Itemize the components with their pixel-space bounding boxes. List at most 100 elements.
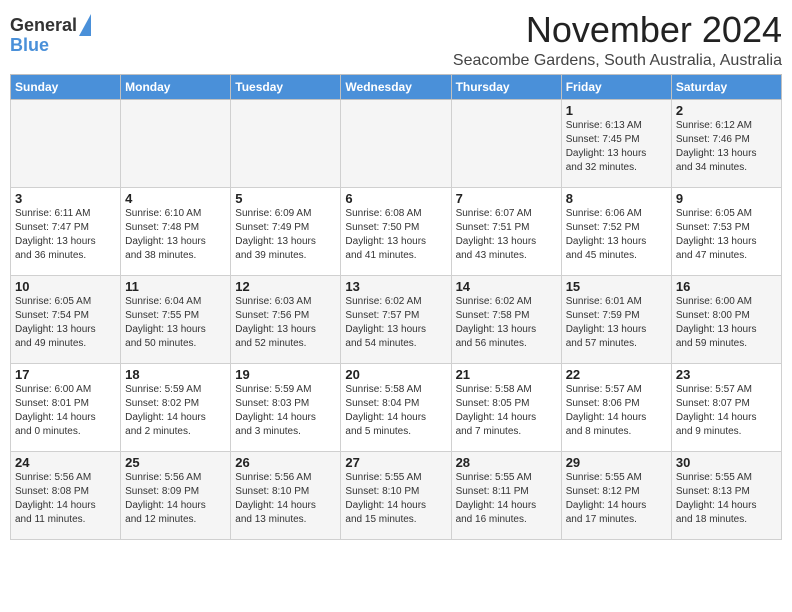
day-header-sunday: Sunday [11, 74, 121, 99]
day-number: 13 [345, 279, 446, 294]
calendar-day-25: 25Sunrise: 5:56 AM Sunset: 8:09 PM Dayli… [121, 451, 231, 539]
day-number: 24 [15, 455, 116, 470]
day-content: Sunrise: 5:56 AM Sunset: 8:09 PM Dayligh… [125, 471, 226, 527]
day-content: Sunrise: 5:57 AM Sunset: 8:06 PM Dayligh… [566, 383, 667, 439]
day-content: Sunrise: 5:57 AM Sunset: 8:07 PM Dayligh… [676, 383, 777, 439]
calendar-day-1: 1Sunrise: 6:13 AM Sunset: 7:45 PM Daylig… [561, 99, 671, 187]
calendar-day-29: 29Sunrise: 5:55 AM Sunset: 8:12 PM Dayli… [561, 451, 671, 539]
calendar-day-8: 8Sunrise: 6:06 AM Sunset: 7:52 PM Daylig… [561, 187, 671, 275]
day-content: Sunrise: 6:11 AM Sunset: 7:47 PM Dayligh… [15, 207, 116, 263]
day-number: 21 [456, 367, 557, 382]
day-number: 11 [125, 279, 226, 294]
calendar-day-18: 18Sunrise: 5:59 AM Sunset: 8:02 PM Dayli… [121, 363, 231, 451]
calendar-day-5: 5Sunrise: 6:09 AM Sunset: 7:49 PM Daylig… [231, 187, 341, 275]
day-number: 20 [345, 367, 446, 382]
day-number: 18 [125, 367, 226, 382]
day-content: Sunrise: 6:08 AM Sunset: 7:50 PM Dayligh… [345, 207, 446, 263]
day-header-friday: Friday [561, 74, 671, 99]
calendar-day-7: 7Sunrise: 6:07 AM Sunset: 7:51 PM Daylig… [451, 187, 561, 275]
day-number: 8 [566, 191, 667, 206]
day-content: Sunrise: 5:59 AM Sunset: 8:03 PM Dayligh… [235, 383, 336, 439]
day-number: 5 [235, 191, 336, 206]
calendar-day-3: 3Sunrise: 6:11 AM Sunset: 7:47 PM Daylig… [11, 187, 121, 275]
logo: General Blue [10, 10, 91, 54]
calendar-day-2: 2Sunrise: 6:12 AM Sunset: 7:46 PM Daylig… [671, 99, 781, 187]
day-header-saturday: Saturday [671, 74, 781, 99]
day-content: Sunrise: 5:55 AM Sunset: 8:10 PM Dayligh… [345, 471, 446, 527]
day-content: Sunrise: 6:04 AM Sunset: 7:55 PM Dayligh… [125, 295, 226, 351]
calendar-day-6: 6Sunrise: 6:08 AM Sunset: 7:50 PM Daylig… [341, 187, 451, 275]
day-content: Sunrise: 6:03 AM Sunset: 7:56 PM Dayligh… [235, 295, 336, 351]
day-content: Sunrise: 6:06 AM Sunset: 7:52 PM Dayligh… [566, 207, 667, 263]
day-number: 3 [15, 191, 116, 206]
day-content: Sunrise: 6:00 AM Sunset: 8:00 PM Dayligh… [676, 295, 777, 351]
calendar-day-20: 20Sunrise: 5:58 AM Sunset: 8:04 PM Dayli… [341, 363, 451, 451]
day-number: 9 [676, 191, 777, 206]
day-content: Sunrise: 6:00 AM Sunset: 8:01 PM Dayligh… [15, 383, 116, 439]
day-number: 6 [345, 191, 446, 206]
day-content: Sunrise: 5:55 AM Sunset: 8:13 PM Dayligh… [676, 471, 777, 527]
day-number: 7 [456, 191, 557, 206]
location-title: Seacombe Gardens, South Australia, Austr… [453, 52, 782, 70]
day-number: 22 [566, 367, 667, 382]
day-header-monday: Monday [121, 74, 231, 99]
calendar-day-9: 9Sunrise: 6:05 AM Sunset: 7:53 PM Daylig… [671, 187, 781, 275]
day-number: 10 [15, 279, 116, 294]
calendar-day-21: 21Sunrise: 5:58 AM Sunset: 8:05 PM Dayli… [451, 363, 561, 451]
day-number: 12 [235, 279, 336, 294]
calendar-day-16: 16Sunrise: 6:00 AM Sunset: 8:00 PM Dayli… [671, 275, 781, 363]
day-number: 4 [125, 191, 226, 206]
day-content: Sunrise: 6:05 AM Sunset: 7:54 PM Dayligh… [15, 295, 116, 351]
calendar-day-19: 19Sunrise: 5:59 AM Sunset: 8:03 PM Dayli… [231, 363, 341, 451]
day-number: 26 [235, 455, 336, 470]
day-content: Sunrise: 5:55 AM Sunset: 8:12 PM Dayligh… [566, 471, 667, 527]
day-number: 19 [235, 367, 336, 382]
calendar-header-row: SundayMondayTuesdayWednesdayThursdayFrid… [11, 74, 782, 99]
day-number: 1 [566, 103, 667, 118]
day-content: Sunrise: 6:13 AM Sunset: 7:45 PM Dayligh… [566, 119, 667, 175]
calendar-day-23: 23Sunrise: 5:57 AM Sunset: 8:07 PM Dayli… [671, 363, 781, 451]
day-content: Sunrise: 6:05 AM Sunset: 7:53 PM Dayligh… [676, 207, 777, 263]
calendar-week-row: 3Sunrise: 6:11 AM Sunset: 7:47 PM Daylig… [11, 187, 782, 275]
month-title: November 2024 [453, 10, 782, 50]
calendar-week-row: 17Sunrise: 6:00 AM Sunset: 8:01 PM Dayli… [11, 363, 782, 451]
title-block: November 2024 Seacombe Gardens, South Au… [453, 10, 782, 70]
day-number: 23 [676, 367, 777, 382]
day-content: Sunrise: 6:02 AM Sunset: 7:58 PM Dayligh… [456, 295, 557, 351]
day-content: Sunrise: 5:56 AM Sunset: 8:08 PM Dayligh… [15, 471, 116, 527]
day-number: 29 [566, 455, 667, 470]
calendar-day-10: 10Sunrise: 6:05 AM Sunset: 7:54 PM Dayli… [11, 275, 121, 363]
calendar-day-13: 13Sunrise: 6:02 AM Sunset: 7:57 PM Dayli… [341, 275, 451, 363]
day-content: Sunrise: 5:55 AM Sunset: 8:11 PM Dayligh… [456, 471, 557, 527]
day-content: Sunrise: 6:12 AM Sunset: 7:46 PM Dayligh… [676, 119, 777, 175]
calendar-week-row: 10Sunrise: 6:05 AM Sunset: 7:54 PM Dayli… [11, 275, 782, 363]
day-number: 27 [345, 455, 446, 470]
calendar-week-row: 1Sunrise: 6:13 AM Sunset: 7:45 PM Daylig… [11, 99, 782, 187]
logo-blue-text: Blue [10, 36, 49, 54]
day-content: Sunrise: 5:56 AM Sunset: 8:10 PM Dayligh… [235, 471, 336, 527]
calendar-day-24: 24Sunrise: 5:56 AM Sunset: 8:08 PM Dayli… [11, 451, 121, 539]
calendar-empty-cell [121, 99, 231, 187]
day-header-wednesday: Wednesday [341, 74, 451, 99]
day-content: Sunrise: 5:59 AM Sunset: 8:02 PM Dayligh… [125, 383, 226, 439]
day-header-tuesday: Tuesday [231, 74, 341, 99]
logo-general-text: General [10, 16, 77, 34]
day-number: 16 [676, 279, 777, 294]
calendar-day-12: 12Sunrise: 6:03 AM Sunset: 7:56 PM Dayli… [231, 275, 341, 363]
logo-triangle-icon [79, 14, 91, 36]
calendar-day-15: 15Sunrise: 6:01 AM Sunset: 7:59 PM Dayli… [561, 275, 671, 363]
calendar-day-17: 17Sunrise: 6:00 AM Sunset: 8:01 PM Dayli… [11, 363, 121, 451]
calendar-empty-cell [341, 99, 451, 187]
day-content: Sunrise: 5:58 AM Sunset: 8:04 PM Dayligh… [345, 383, 446, 439]
day-content: Sunrise: 6:10 AM Sunset: 7:48 PM Dayligh… [125, 207, 226, 263]
calendar-empty-cell [451, 99, 561, 187]
day-number: 30 [676, 455, 777, 470]
day-header-thursday: Thursday [451, 74, 561, 99]
day-number: 14 [456, 279, 557, 294]
day-content: Sunrise: 6:09 AM Sunset: 7:49 PM Dayligh… [235, 207, 336, 263]
calendar-day-22: 22Sunrise: 5:57 AM Sunset: 8:06 PM Dayli… [561, 363, 671, 451]
calendar-day-11: 11Sunrise: 6:04 AM Sunset: 7:55 PM Dayli… [121, 275, 231, 363]
day-content: Sunrise: 6:07 AM Sunset: 7:51 PM Dayligh… [456, 207, 557, 263]
day-content: Sunrise: 5:58 AM Sunset: 8:05 PM Dayligh… [456, 383, 557, 439]
day-number: 25 [125, 455, 226, 470]
